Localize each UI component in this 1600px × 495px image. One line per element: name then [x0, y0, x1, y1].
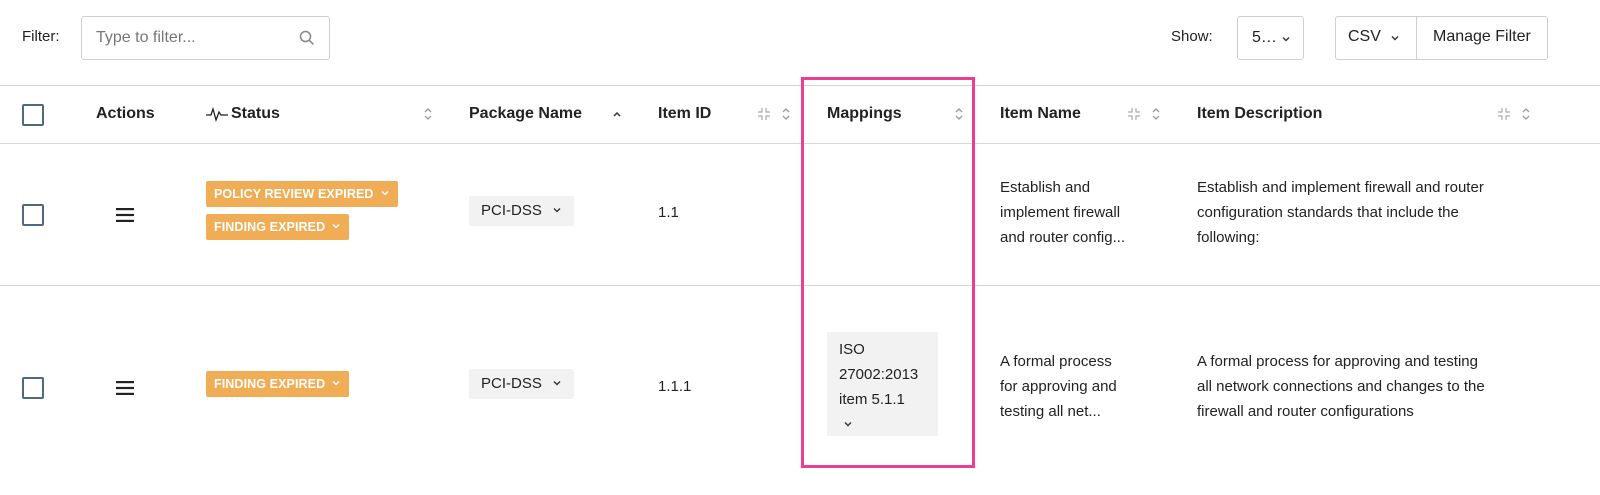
chevron-down-icon [553, 381, 561, 386]
chevron-down-icon [1391, 36, 1399, 41]
status-badge-label: FINDING EXPIRED [214, 377, 326, 391]
csv-button[interactable]: CSV [1336, 17, 1417, 59]
mapping-chip[interactable]: ISO 27002:2013 item 5.1.1 [827, 332, 938, 436]
csv-button-label: CSV [1348, 28, 1381, 45]
item-description-line: following: [1197, 229, 1260, 246]
filter-box[interactable] [81, 16, 330, 60]
item-name-line: implement firewall [1000, 204, 1121, 221]
chevron-down-icon [844, 422, 852, 427]
sort-icon[interactable] [423, 106, 433, 122]
sort-icon[interactable] [954, 106, 964, 122]
menu-icon[interactable] [116, 381, 134, 395]
show-label: Show: [1171, 28, 1213, 45]
status-badge-label: FINDING EXPIRED [214, 220, 326, 234]
header-actions: Actions [96, 105, 155, 122]
header-item-description[interactable]: Item Description [1197, 105, 1322, 123]
package-chip[interactable]: PCI-DSS [469, 369, 574, 399]
item-description-line: configuration standards that include the [1197, 204, 1459, 221]
chevron-down-icon [332, 380, 340, 386]
collapse-column-icon[interactable] [1497, 107, 1511, 121]
package-chip-label: PCI-DSS [481, 202, 542, 219]
select-all-checkbox[interactable] [22, 104, 44, 126]
status-badge[interactable]: FINDING EXPIRED [206, 371, 350, 397]
search-icon [299, 30, 315, 46]
item-description-cell: Establish and implement firewall and rou… [1197, 175, 1484, 250]
item-name-line: testing all net... [1000, 403, 1101, 420]
item-name-line: A formal process [1000, 353, 1112, 370]
filter-input[interactable] [96, 17, 296, 59]
chevron-down-icon [332, 223, 340, 229]
sort-icon[interactable] [1151, 106, 1161, 122]
item-description-line: firewall and router configurations [1197, 403, 1414, 420]
item-description-line: A formal process for approving and testi… [1197, 353, 1478, 370]
item-name-line: and router config... [1000, 229, 1126, 246]
status-badge[interactable]: POLICY REVIEW EXPIRED [206, 181, 398, 207]
manage-filter-button[interactable]: Manage Filter [1417, 17, 1547, 59]
header-status[interactable]: Status [231, 105, 280, 123]
collapse-column-icon[interactable] [1127, 107, 1141, 121]
status-badge[interactable]: FINDING EXPIRED [206, 214, 350, 240]
export-button-group: CSV Manage Filter [1335, 16, 1548, 60]
item-id-cell: 1.1.1 [658, 378, 692, 395]
item-description-cell: A formal process for approving and testi… [1197, 349, 1485, 424]
page-size-value: 5… [1252, 29, 1277, 46]
mapping-line: 27002:2013 [839, 366, 919, 383]
page-size-select[interactable]: 5… [1237, 16, 1304, 60]
table-top-divider [0, 85, 1600, 86]
mapping-line: ISO [839, 341, 865, 358]
row-checkbox[interactable] [22, 204, 44, 226]
status-badge-label: POLICY REVIEW EXPIRED [214, 187, 374, 201]
activity-icon [206, 106, 228, 122]
menu-icon[interactable] [116, 208, 134, 222]
header-mappings[interactable]: Mappings [827, 105, 902, 123]
item-name-line: for approving and [1000, 378, 1117, 395]
chevron-down-icon [553, 208, 561, 213]
header-item-id[interactable]: Item ID [658, 105, 711, 123]
row-checkbox[interactable] [22, 377, 44, 399]
chevron-down-icon [1282, 37, 1290, 42]
collapse-column-icon[interactable] [757, 107, 771, 121]
row-divider [0, 285, 1600, 286]
sort-icon[interactable] [781, 106, 791, 122]
sort-icon[interactable] [1521, 106, 1531, 122]
item-id-cell: 1.1 [658, 204, 679, 221]
item-name-cell: Establish and implement firewall and rou… [1000, 175, 1125, 250]
mapping-line: item 5.1.1 [839, 391, 905, 408]
filter-label: Filter: [22, 28, 60, 45]
header-package-name[interactable]: Package Name [469, 105, 582, 123]
sort-ascending-icon[interactable] [612, 106, 622, 122]
item-name-cell: A formal process for approving and testi… [1000, 349, 1117, 424]
header-item-name[interactable]: Item Name [1000, 105, 1081, 123]
header-divider [0, 143, 1600, 144]
toolbar: Filter: Show: 5… CSV Manage Filter [0, 0, 1600, 86]
chevron-down-icon [381, 190, 389, 196]
package-chip[interactable]: PCI-DSS [469, 196, 574, 226]
package-chip-label: PCI-DSS [481, 375, 542, 392]
item-description-line: Establish and implement firewall and rou… [1197, 179, 1484, 196]
item-description-line: all network connections and changes to t… [1197, 378, 1485, 395]
item-name-line: Establish and [1000, 179, 1091, 196]
